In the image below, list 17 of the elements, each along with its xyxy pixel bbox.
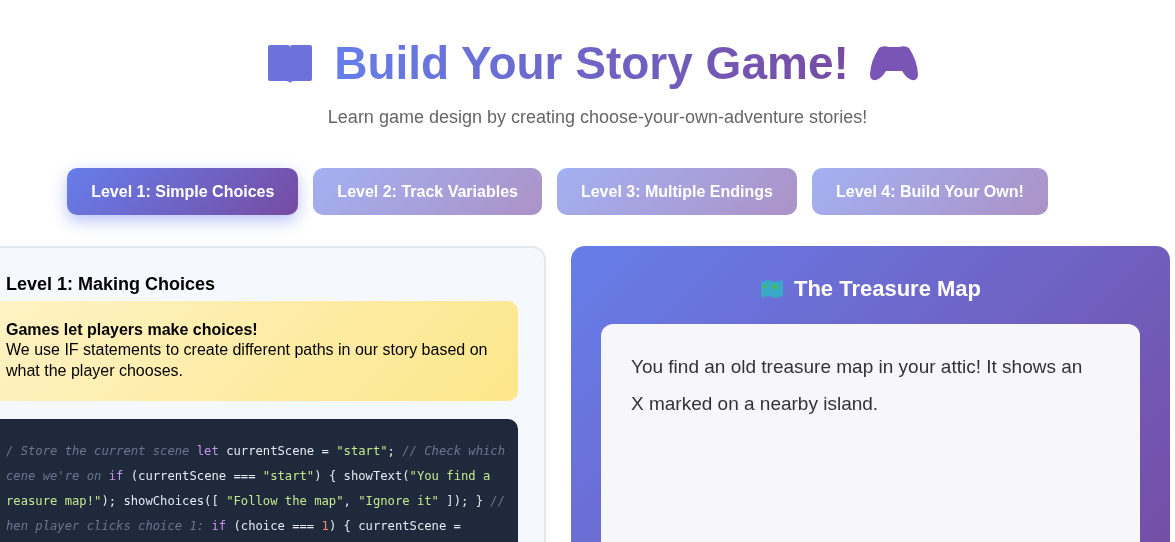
subtitle: Learn game design by creating choose-your-own-adventure stories! [326, 107, 869, 128]
gamepad-icon [868, 44, 919, 82]
level-tab[interactable]: Level 3: Multiple Endings [556, 168, 797, 215]
story-text: You find an old treasure map in your attic! It shows an X marked on a nearby island. [631, 355, 1084, 416]
code-line: cene we're on if (currentScene === "start") { showText("You find a [6, 468, 492, 485]
map-icon [759, 279, 784, 299]
code-line: / Store the current scene let currentScene = "start"; // Check which [6, 443, 506, 460]
book-icon [266, 43, 315, 83]
level-tab[interactable]: Level 2: Track Variables [313, 168, 542, 215]
tip-text: We use IF statements to create different paths in our story based on what the player chooses. [6, 340, 489, 381]
level-tab[interactable]: Level 1: Simple Choices [67, 168, 299, 215]
story-title: The Treasure Map [793, 276, 982, 302]
code-line: reasure map!"); showChoices([ "Follow the map", "Ignore it" ]); } // [6, 493, 506, 510]
level-tab[interactable]: Level 4: Build Your Own! [811, 168, 1048, 215]
tip-heading: Games let players make choices! [6, 321, 259, 339]
lesson-title: Level 1: Making Choices [6, 274, 217, 295]
code-line: hen player clicks choice 1: if (choice === 1) { currentScene = [6, 518, 462, 535]
